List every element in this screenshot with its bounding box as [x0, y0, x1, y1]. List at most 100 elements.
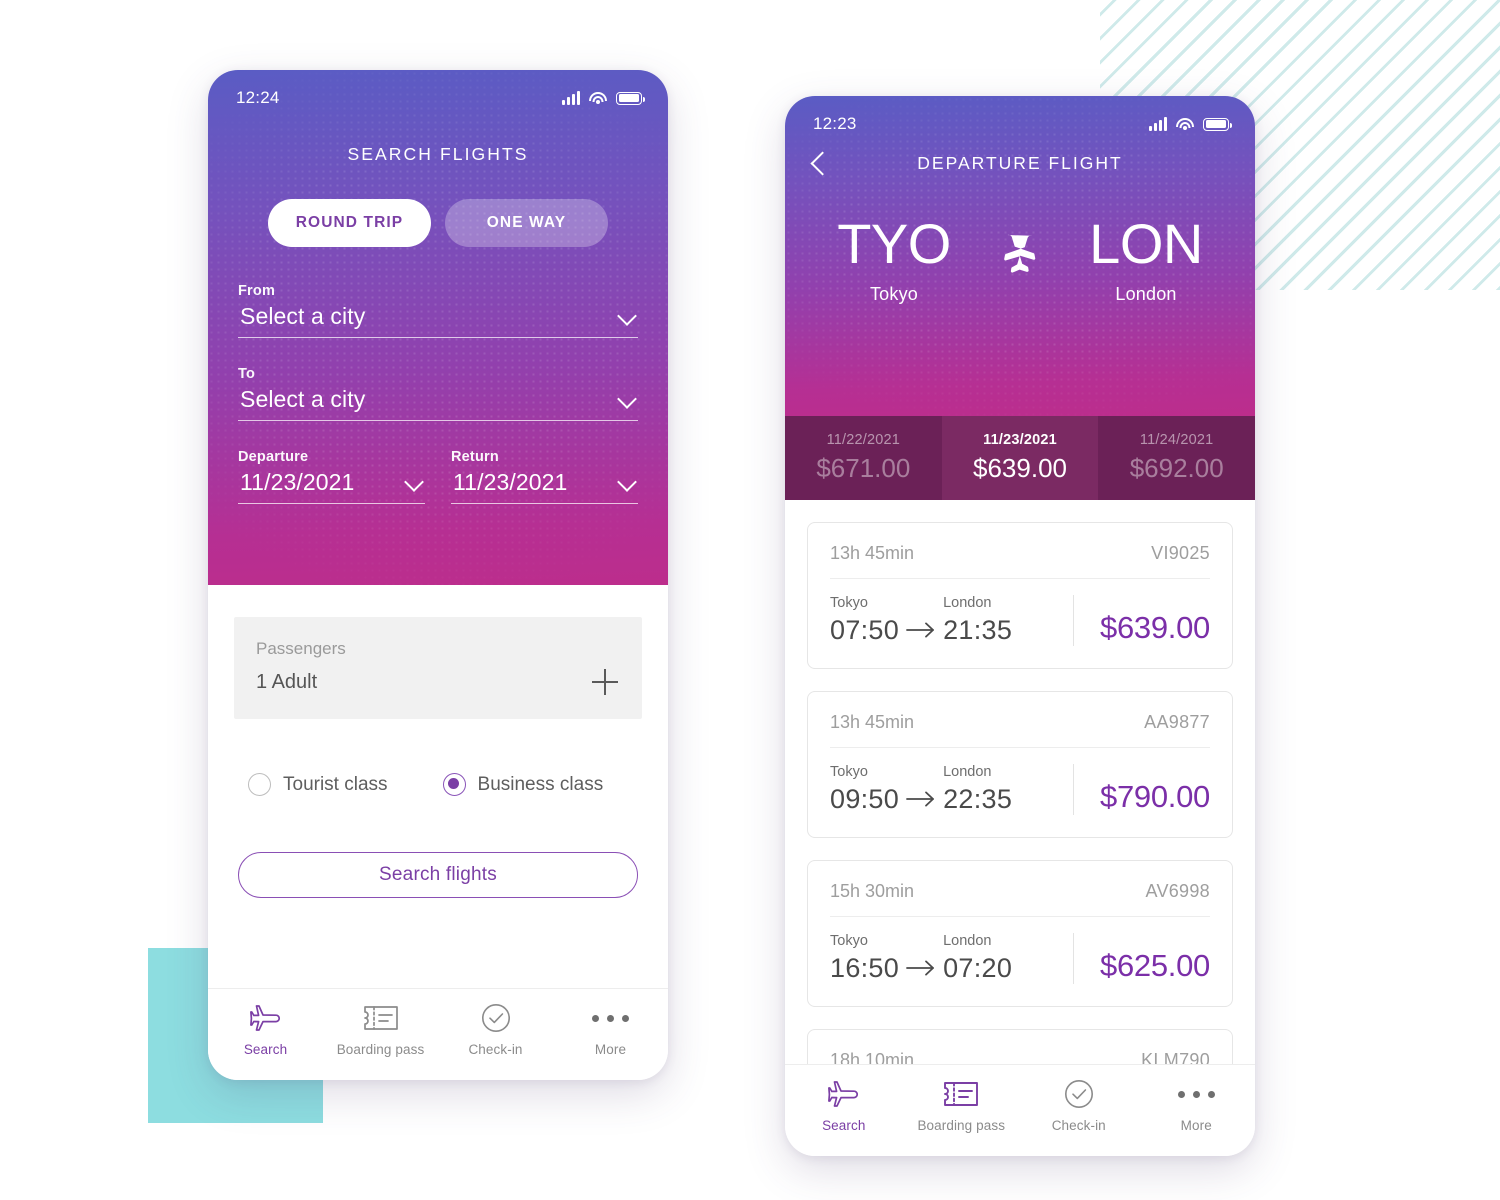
- date-price-option[interactable]: 11/24/2021 $692.00: [1098, 416, 1255, 500]
- tab-more[interactable]: More: [553, 1003, 668, 1057]
- flight-duration: 15h 30min: [830, 881, 915, 901]
- date-price: $639.00: [973, 453, 1067, 483]
- departure-leg: Tokyo 07:50: [830, 595, 899, 646]
- radio-tourist-class[interactable]: Tourist class: [248, 773, 388, 796]
- phone-search-flights: 12:24 SEARCH FLIGHTS ROUND TRIP ONE WAY …: [208, 70, 668, 1080]
- route-summary: TYO Tokyo LON London: [785, 216, 1255, 305]
- bottom-tabbar: Search Boarding pass Check-in More: [208, 988, 668, 1080]
- status-time: 12:24: [236, 88, 280, 107]
- return-date-field[interactable]: Return 11/23/2021: [451, 449, 638, 504]
- tab-more-label: More: [1180, 1118, 1212, 1133]
- chevron-left-icon[interactable]: [809, 148, 831, 178]
- flight-card[interactable]: 13h 45min VI9025 Tokyo 07:50 London 21:3…: [807, 522, 1233, 669]
- chevron-down-icon[interactable]: [619, 473, 636, 490]
- passengers-value: 1 Adult: [256, 670, 318, 693]
- to-value: Select a city: [240, 386, 366, 412]
- return-value: 11/23/2021: [453, 469, 568, 495]
- tab-search[interactable]: Search: [208, 1003, 323, 1057]
- arrival-time: 07:20: [943, 953, 1013, 983]
- round-trip-button[interactable]: ROUND TRIP: [268, 199, 431, 247]
- chevron-down-icon[interactable]: [619, 390, 636, 407]
- to-field[interactable]: To Select a city: [238, 366, 638, 421]
- origin-code: TYO: [837, 212, 951, 275]
- departure-time: 09:50: [830, 784, 900, 814]
- flight-price: $625.00: [1073, 933, 1210, 984]
- flight-code: AA9877: [1144, 712, 1210, 732]
- results-hero: 12:23 DEPARTURE FLIGHT TYO Tokyo LON Lon…: [785, 96, 1255, 416]
- nav-bar: DEPARTURE FLIGHT: [785, 134, 1255, 178]
- radio-business-class[interactable]: Business class: [442, 773, 604, 796]
- search-hero: 12:24 SEARCH FLIGHTS ROUND TRIP ONE WAY …: [208, 70, 668, 585]
- departure-leg: Tokyo 16:50: [830, 933, 899, 984]
- departure-time: 16:50: [830, 953, 900, 983]
- airplane-icon: [827, 1079, 860, 1109]
- tab-boarding-pass-label: Boarding pass: [336, 1042, 425, 1057]
- date-price: $671.00: [816, 453, 911, 483]
- battery-icon: [1203, 117, 1232, 131]
- flight-code: AV6998: [1145, 881, 1210, 901]
- airplane-icon: [249, 1003, 282, 1033]
- ellipsis-icon: [1177, 1079, 1215, 1109]
- tab-check-in-label: Check-in: [1051, 1118, 1106, 1133]
- departure-date-field[interactable]: Departure 11/23/2021: [238, 449, 425, 504]
- search-fields: From Select a city To Select a city Depa…: [208, 247, 668, 504]
- business-class-label: Business class: [477, 773, 604, 795]
- origin: TYO Tokyo: [819, 216, 969, 305]
- search-body: Passengers 1 Adult Tourist class Busines…: [208, 585, 668, 898]
- radio-circle-selected-icon[interactable]: [442, 773, 466, 796]
- passengers-card[interactable]: Passengers 1 Adult: [234, 617, 642, 719]
- tab-more-label: More: [594, 1042, 627, 1057]
- chevron-down-icon[interactable]: [619, 307, 636, 324]
- battery-icon: [616, 91, 645, 105]
- plus-icon[interactable]: [592, 669, 618, 695]
- status-bar: 12:23: [785, 96, 1255, 134]
- flight-card[interactable]: 15h 30min AV6998 Tokyo 16:50 London 07:2…: [807, 860, 1233, 1007]
- wifi-icon: [589, 91, 607, 105]
- tab-search[interactable]: Search: [785, 1079, 903, 1133]
- signal-bars-icon: [562, 90, 580, 105]
- airplane-icon: [997, 232, 1043, 281]
- tab-check-in[interactable]: Check-in: [438, 1003, 553, 1057]
- date-price-selector: 11/22/2021 $671.00 11/23/2021 $639.00 11…: [785, 416, 1255, 500]
- one-way-button[interactable]: ONE WAY: [445, 199, 608, 247]
- flight-duration: 13h 45min: [830, 712, 915, 732]
- tab-more[interactable]: More: [1138, 1079, 1256, 1133]
- radio-circle-icon[interactable]: [248, 773, 271, 796]
- page-title: SEARCH FLIGHTS: [347, 144, 529, 164]
- departure-label: Departure: [238, 449, 309, 465]
- to-label: To: [238, 366, 256, 382]
- from-field[interactable]: From Select a city: [238, 283, 638, 338]
- status-time: 12:23: [813, 114, 857, 133]
- bottom-tabbar: Search Boarding pass Check-in More: [785, 1064, 1255, 1156]
- check-circle-icon: [481, 1003, 511, 1033]
- date-price-option[interactable]: 11/22/2021 $671.00: [785, 416, 942, 500]
- date-price: $692.00: [1129, 453, 1224, 483]
- tab-boarding-pass-label: Boarding pass: [917, 1118, 1006, 1133]
- arrival-leg: London 22:35: [943, 764, 1012, 815]
- signal-bars-icon: [1149, 116, 1167, 131]
- chevron-down-icon[interactable]: [406, 473, 423, 490]
- date-price-option-selected[interactable]: 11/23/2021 $639.00: [941, 416, 1099, 500]
- arrival-leg: London 07:20: [943, 933, 1012, 984]
- check-circle-icon: [1064, 1079, 1094, 1109]
- date-label: 11/23/2021: [983, 432, 1057, 448]
- flight-card[interactable]: 13h 45min AA9877 Tokyo 09:50 London 22:3…: [807, 691, 1233, 838]
- tab-search-label: Search: [243, 1042, 288, 1057]
- return-label: Return: [451, 449, 499, 465]
- flight-duration: 13h 45min: [830, 543, 915, 563]
- arrival-time: 21:35: [943, 615, 1013, 645]
- flight-code: VI9025: [1151, 543, 1210, 563]
- tab-check-in[interactable]: Check-in: [1020, 1079, 1138, 1133]
- tab-boarding-pass[interactable]: Boarding pass: [903, 1079, 1021, 1133]
- departure-leg: Tokyo 09:50: [830, 764, 899, 815]
- arrival-city: London: [943, 595, 992, 611]
- tab-search-label: Search: [822, 1118, 866, 1133]
- departure-time: 07:50: [830, 615, 900, 645]
- search-flights-button[interactable]: Search flights: [238, 852, 638, 898]
- tab-boarding-pass[interactable]: Boarding pass: [323, 1003, 438, 1057]
- arrival-leg: London 21:35: [943, 595, 1012, 646]
- departure-city: Tokyo: [830, 764, 868, 780]
- arrival-time: 22:35: [943, 784, 1013, 814]
- flight-results-list: 13h 45min VI9025 Tokyo 07:50 London 21:3…: [785, 500, 1255, 1103]
- arrival-city: London: [943, 764, 992, 780]
